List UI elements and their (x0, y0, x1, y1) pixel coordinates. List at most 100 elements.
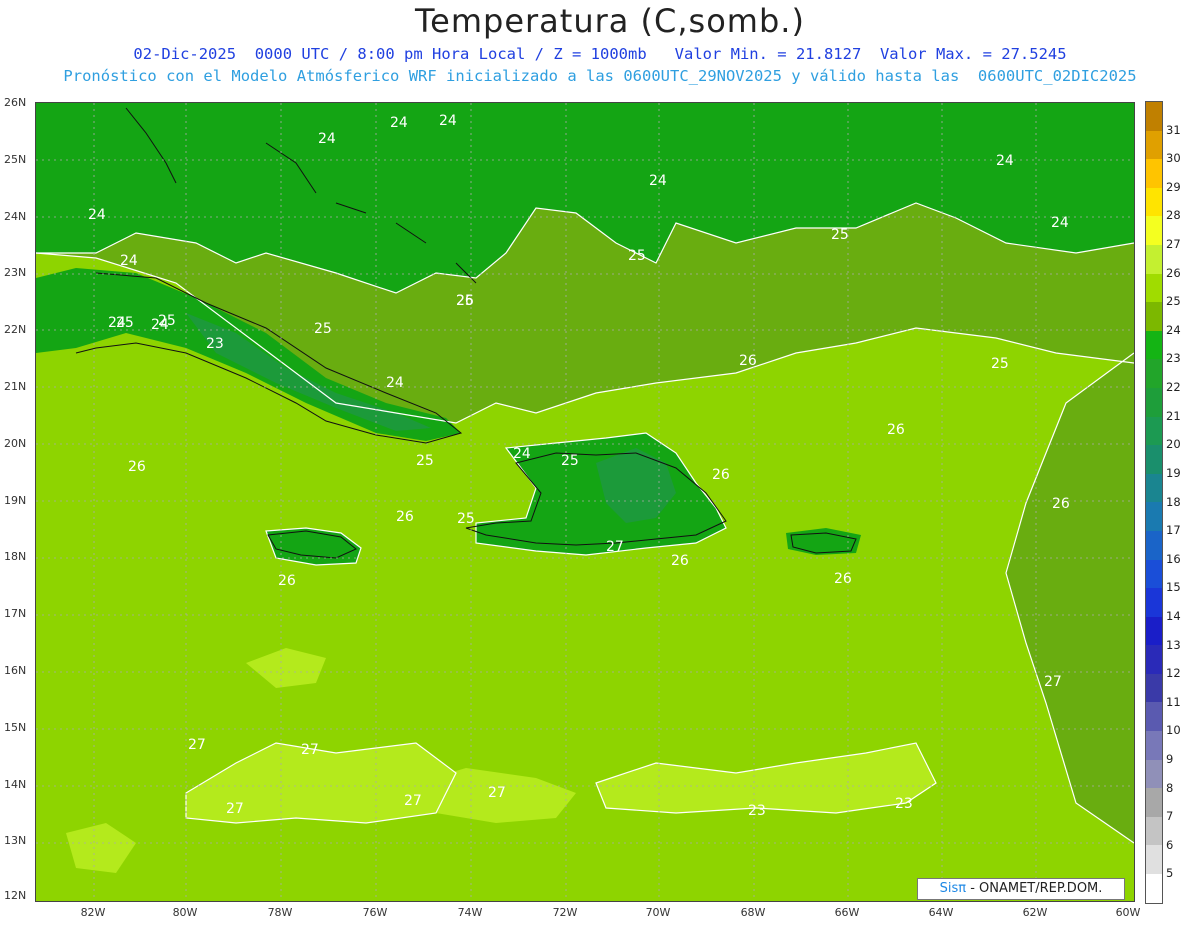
contour-label: 23 (748, 803, 766, 819)
lon-label-70w: 70W (645, 906, 671, 919)
lat-label-23n: 23N (4, 266, 27, 279)
colorbar-cell (1146, 273, 1162, 303)
contour-label: 26 (1052, 496, 1070, 512)
colorbar-label: 20 (1166, 437, 1181, 452)
valid-time-subtitle: 02-Dic-2025 0000 UTC / 8:00 pm Hora Loca… (133, 45, 1067, 63)
lon-label-62w: 62W (1022, 906, 1048, 919)
contour-label: 24 (318, 131, 336, 147)
colorbar-cell (1146, 302, 1162, 331)
colorbar-cell (1146, 759, 1162, 789)
contour-label: 25 (158, 313, 176, 329)
lon-label-68w: 68W (740, 906, 766, 919)
colorbar-label: 30 (1166, 151, 1181, 166)
colorbar-label: 23 (1166, 351, 1181, 366)
contour-label: 24 (996, 153, 1014, 169)
colorbar-cell (1146, 845, 1162, 875)
contour-label: 27 (188, 737, 206, 753)
temperature-map: 24 24 24 24 24 24 24 24 24 24 24 24 25 25 25 25 25 25 25 25… (35, 102, 1135, 902)
contour-label: 26 (887, 422, 905, 438)
contour-label: 27 (488, 785, 506, 801)
colorbar-label: 22 (1166, 380, 1181, 395)
colorbar-cell (1146, 473, 1162, 503)
contour-label: 26 (739, 353, 757, 369)
colorbar-cell (1146, 416, 1162, 446)
lon-label-66w: 66W (834, 906, 860, 919)
lon-label-78w: 78W (267, 906, 293, 919)
contour-label: 24 (386, 375, 404, 391)
contour-label: 26 (671, 553, 689, 569)
colorbar-label: 16 (1166, 551, 1181, 566)
colorbar-cell (1146, 187, 1162, 217)
lat-label-15n: 15N (4, 721, 27, 734)
colorbar-cell (1146, 502, 1162, 531)
colorbar-cell (1146, 330, 1162, 360)
colorbar-cell (1146, 244, 1162, 274)
lat-label-18n: 18N (4, 550, 27, 563)
lon-label-72w: 72W (552, 906, 578, 919)
colorbar-cell (1146, 788, 1162, 817)
colorbar-cell (1146, 445, 1162, 474)
contour-label: 25 (314, 321, 332, 337)
lon-label-64w: 64W (928, 906, 954, 919)
colorbar-cell (1146, 731, 1162, 760)
colorbar-cell (1146, 559, 1162, 589)
colorbar-cell (1146, 874, 1162, 903)
colorbar-label: 8 (1166, 780, 1174, 795)
colorbar-cell (1146, 588, 1162, 617)
colorbar-label: 24 (1166, 322, 1181, 337)
contour-label: 26 (834, 571, 852, 587)
colorbar-label: 15 (1166, 580, 1181, 595)
credit-text: - ONAMET/REP.DOM. (970, 881, 1103, 896)
colorbar-cell (1146, 673, 1162, 703)
colorbar-label: 26 (1166, 265, 1181, 280)
lat-label-12n: 12N (4, 889, 27, 902)
lat-label-24n: 24N (4, 210, 27, 223)
lat-label-26n: 26N (4, 96, 27, 109)
colorbar-cell (1146, 645, 1162, 674)
contour-label: 24 (439, 113, 457, 129)
contour-label: 26 (278, 573, 296, 589)
map-title: Temperatura (C,somb.) (415, 2, 805, 40)
colorbar-label: 14 (1166, 608, 1181, 623)
lat-label-20n: 20N (4, 437, 27, 450)
contour-label: 26 (128, 459, 146, 475)
contour-label: 26 (396, 509, 414, 525)
model-info-subtitle: Pronóstico con el Modelo Atmósferico WRF… (63, 67, 1137, 85)
colorbar-label: 28 (1166, 208, 1181, 223)
colorbar-label: 6 (1166, 837, 1174, 852)
lat-label-21n: 21N (4, 380, 27, 393)
lon-label-60w: 60W (1115, 906, 1141, 919)
lat-label-17n: 17N (4, 607, 27, 620)
colorbar-label: 9 (1166, 751, 1174, 766)
colorbar-label: 12 (1166, 666, 1181, 681)
credit-box: Sisπ - ONAMET/REP.DOM. (917, 878, 1125, 900)
contour-label: 24 (88, 207, 106, 223)
colorbar-cell (1146, 216, 1162, 245)
colorbar-cell (1146, 387, 1162, 417)
contour-label: 25 (416, 453, 434, 469)
contour-label: 27 (226, 801, 244, 817)
contour-label: 25 (991, 356, 1009, 372)
colorbar-label: 21 (1166, 408, 1181, 423)
contour-label: 24 (120, 253, 138, 269)
colorbar-label: 11 (1166, 694, 1181, 709)
contour-label: 23 (206, 336, 224, 352)
colorbar-cell (1146, 816, 1162, 846)
map-canvas: 2424 242424242424242424242525252525252525… (36, 103, 1134, 901)
colorbar-label: 13 (1166, 637, 1181, 652)
contour-label: 26 (456, 293, 474, 309)
contour-label: 25 (116, 315, 134, 331)
lon-label-82w: 82W (80, 906, 106, 919)
lat-label-25n: 25N (4, 153, 27, 166)
contour-label: 24 (649, 173, 667, 189)
lon-label-76w: 76W (362, 906, 388, 919)
sispi-logo-text: Sisπ (939, 881, 967, 896)
contour-label: 27 (404, 793, 422, 809)
temperature-colorbar (1145, 101, 1163, 904)
colorbar-cell (1146, 530, 1162, 560)
lon-label-74w: 74W (457, 906, 483, 919)
contour-label: 24 (1051, 215, 1069, 231)
colorbar-label: 27 (1166, 237, 1181, 252)
colorbar-label: 19 (1166, 465, 1181, 480)
colorbar-label: 18 (1166, 494, 1181, 509)
